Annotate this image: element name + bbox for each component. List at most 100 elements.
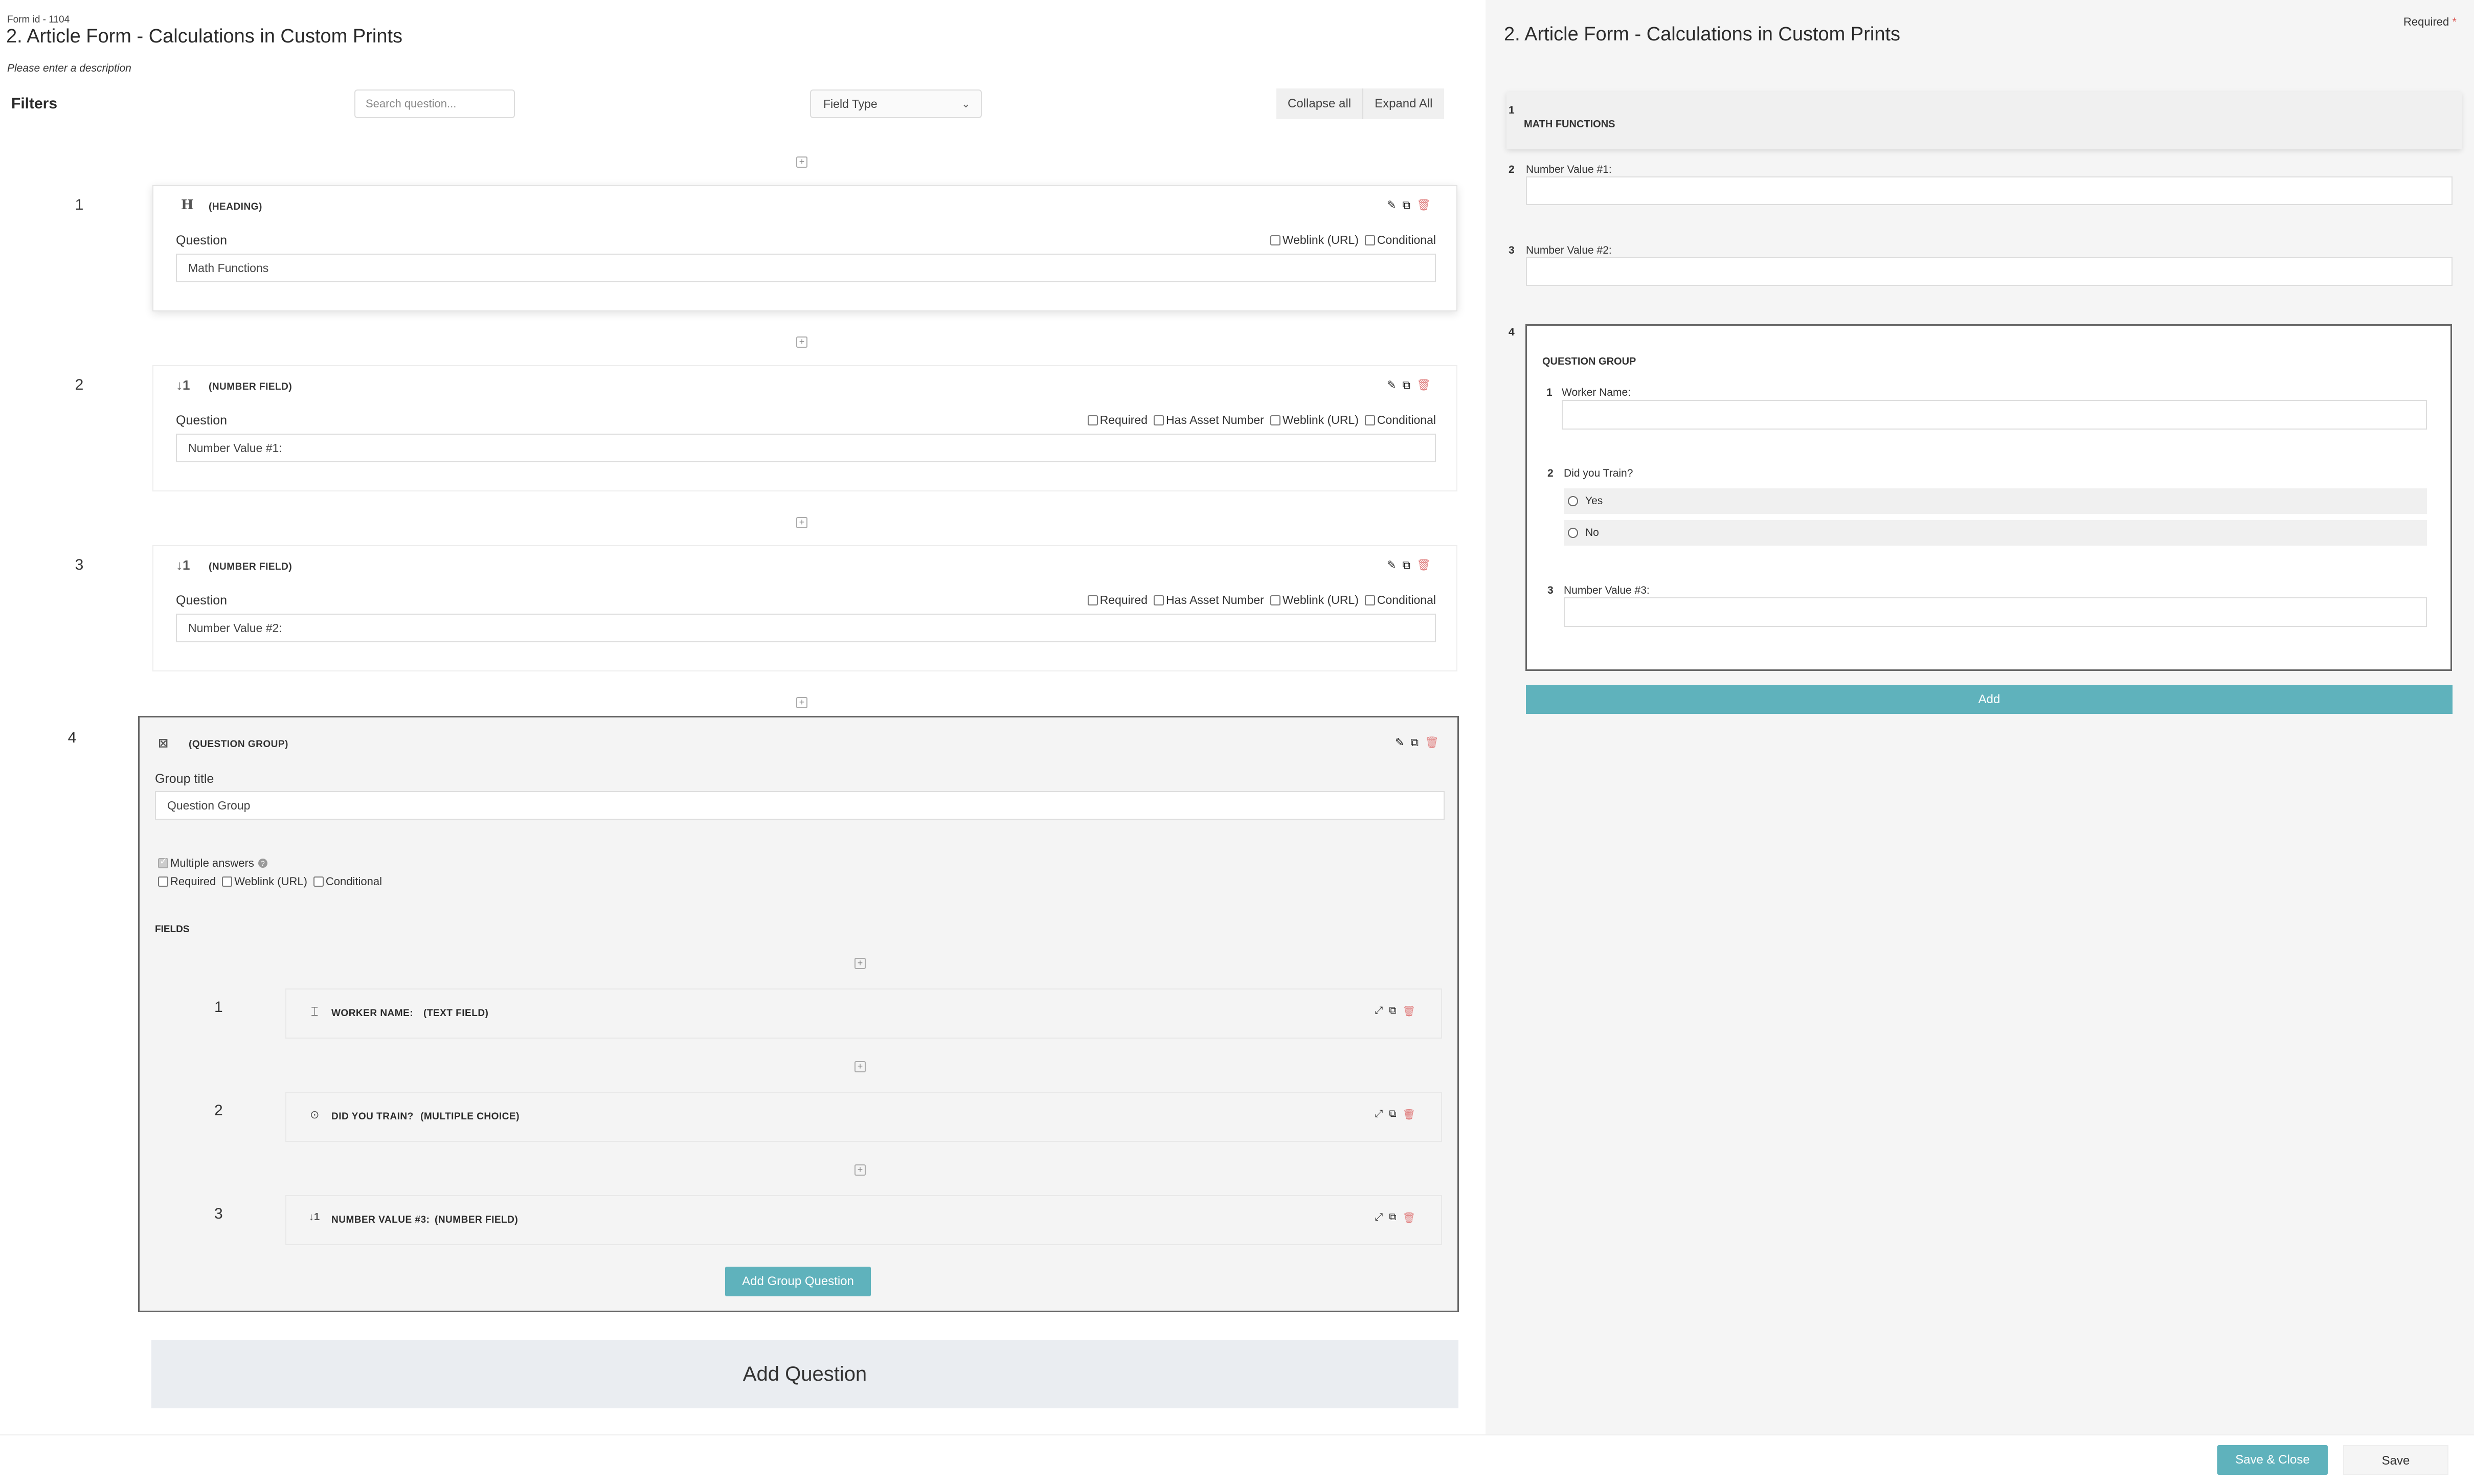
radio-button[interactable] [1568,528,1578,538]
insert-field-plus-icon[interactable]: + [854,1061,866,1072]
delete-icon[interactable]: 🗑 [1416,198,1431,212]
add-group-question-button[interactable]: Add Group Question [725,1267,871,1296]
delete-icon[interactable]: 🗑 [1425,736,1439,749]
preview-item-number: 4 [1509,326,1515,338]
question-group-card[interactable]: ⊠ (QUESTION GROUP) ✎ ⧉ 🗑 Group title Que… [138,716,1459,1312]
conditional-checkbox[interactable] [1364,415,1375,425]
footer-bar [0,1434,2474,1484]
question-card-heading[interactable]: H (HEADING) ✎ ⧉ 🗑 Question Weblink (URL)… [152,185,1457,311]
required-note: Required * [2403,15,2457,29]
question-number: 2 [75,376,84,393]
preview-group-item-number: 1 [1546,387,1553,398]
question-text-input[interactable]: Number Value #2: [176,614,1436,642]
question-text-input[interactable]: Math Functions [176,254,1436,282]
question-card-number-field[interactable]: ↓1 (NUMBER FIELD) ✎ ⧉ 🗑 Question Require… [152,545,1457,671]
expand-icon[interactable]: ⤢ [1375,1005,1383,1018]
insert-question-plus-icon[interactable]: + [796,697,807,708]
preview-item-label: Number Value #1: [1526,164,1612,175]
delete-icon[interactable]: 🗑 [1416,378,1431,392]
copy-icon[interactable]: ⧉ [1402,198,1410,212]
required-checkbox[interactable] [1087,595,1098,605]
copy-icon[interactable]: ⧉ [1410,736,1419,749]
question-card-number-field[interactable]: ↓1 (NUMBER FIELD) ✎ ⧉ 🗑 Question Require… [152,365,1457,491]
group-title-input[interactable]: Question Group [155,791,1445,820]
required-checkbox[interactable] [1087,415,1098,425]
collapse-all-button[interactable]: Collapse all [1276,88,1363,119]
has-asset-number-checkbox[interactable] [1154,595,1164,605]
delete-icon[interactable]: 🗑 [1403,1005,1415,1018]
weblink-label: Weblink (URL) [1282,593,1359,606]
preview-item-number: 2 [1509,164,1515,175]
add-question-button[interactable]: Add Question [151,1340,1458,1408]
required-label: Required [1099,593,1148,606]
edit-icon[interactable]: ✎ [1395,736,1404,749]
copy-icon[interactable]: ⧉ [1389,1005,1396,1018]
field-type-label: (MULTIPLE CHOICE) [420,1111,520,1122]
chevron-down-icon: ⌄ [961,97,971,110]
has-asset-number-checkbox[interactable] [1154,415,1164,425]
edit-icon[interactable]: ✎ [1387,558,1396,572]
field-type-label: (HEADING) [209,201,262,212]
expand-icon[interactable]: ⤢ [1375,1108,1383,1121]
delete-icon[interactable]: 🗑 [1403,1211,1415,1224]
weblink-label: Weblink (URL) [1282,413,1359,426]
edit-icon[interactable]: ✎ [1387,378,1396,392]
weblink-label: Weblink (URL) [1282,233,1359,246]
number-value-1-input[interactable] [1526,176,2453,205]
field-type-select[interactable]: Field Type ⌄ [810,89,982,118]
field-name: NUMBER VALUE #3: [331,1215,430,1225]
conditional-checkbox[interactable] [313,876,324,887]
group-field-card[interactable]: ↓1 NUMBER VALUE #3: (NUMBER FIELD) ⤢ ⧉ 🗑 [285,1195,1442,1245]
delete-icon[interactable]: 🗑 [1416,558,1431,572]
delete-icon[interactable]: 🗑 [1403,1108,1415,1121]
copy-icon[interactable]: ⧉ [1402,558,1410,572]
conditional-label: Conditional [1377,593,1436,606]
weblink-checkbox[interactable] [1270,415,1280,425]
heading-icon: H [181,197,194,213]
form-description[interactable]: Please enter a description [7,62,131,75]
save-button[interactable]: Save [2343,1445,2448,1475]
weblink-checkbox[interactable] [222,876,233,887]
field-type-value: Field Type [823,97,878,110]
number-field-icon: ↓1 [176,377,190,393]
insert-field-plus-icon[interactable]: + [854,958,866,969]
expand-all-button[interactable]: Expand All [1362,88,1444,119]
group-field-card[interactable]: ⊙ DID YOU TRAIN? (MULTIPLE CHOICE) ⤢ ⧉ 🗑 [285,1092,1442,1142]
edit-icon[interactable]: ✎ [1387,198,1396,212]
weblink-checkbox[interactable] [1270,235,1280,245]
insert-question-plus-icon[interactable]: + [796,517,807,528]
expand-icon[interactable]: ⤢ [1375,1211,1383,1224]
copy-icon[interactable]: ⧉ [1402,378,1410,392]
form-title: 2. Article Form - Calculations in Custom… [6,26,403,47]
radio-button[interactable] [1568,496,1578,506]
conditional-checkbox[interactable] [1364,595,1375,605]
worker-name-input[interactable] [1562,400,2427,430]
number-field-icon: ↓1 [176,557,190,573]
insert-field-plus-icon[interactable]: + [854,1164,866,1176]
question-label: Question [176,593,228,608]
question-number: 4 [68,729,77,746]
radio-option-yes[interactable]: Yes [1564,488,2427,514]
field-type-label: (NUMBER FIELD) [209,561,293,572]
conditional-checkbox[interactable] [1364,235,1375,245]
required-star: * [2452,15,2457,28]
weblink-checkbox[interactable] [1270,595,1280,605]
number-value-2-input[interactable] [1526,257,2453,286]
help-icon[interactable]: ? [258,859,267,868]
number-value-3-input[interactable] [1564,597,2427,627]
number-field-icon: ↓1 [309,1211,320,1223]
question-text-input[interactable]: Number Value #1: [176,434,1436,462]
radio-option-no[interactable]: No [1564,520,2427,546]
save-close-button[interactable]: Save & Close [2217,1445,2328,1475]
copy-icon[interactable]: ⧉ [1389,1108,1396,1121]
required-checkbox[interactable] [158,876,168,887]
copy-icon[interactable]: ⧉ [1389,1211,1396,1224]
multiple-answers-checkbox[interactable] [158,856,168,868]
insert-question-plus-icon[interactable]: + [796,336,807,348]
group-field-card[interactable]: ⌶ WORKER NAME: (TEXT FIELD) ⤢ ⧉ 🗑 [285,988,1442,1039]
preview-add-button[interactable]: Add [1526,685,2453,714]
weblink-label: Weblink (URL) [234,875,307,888]
preview-group-item-label: Number Value #3: [1564,584,1650,596]
search-question-input[interactable] [354,89,515,118]
insert-question-plus-icon[interactable]: + [796,156,807,168]
